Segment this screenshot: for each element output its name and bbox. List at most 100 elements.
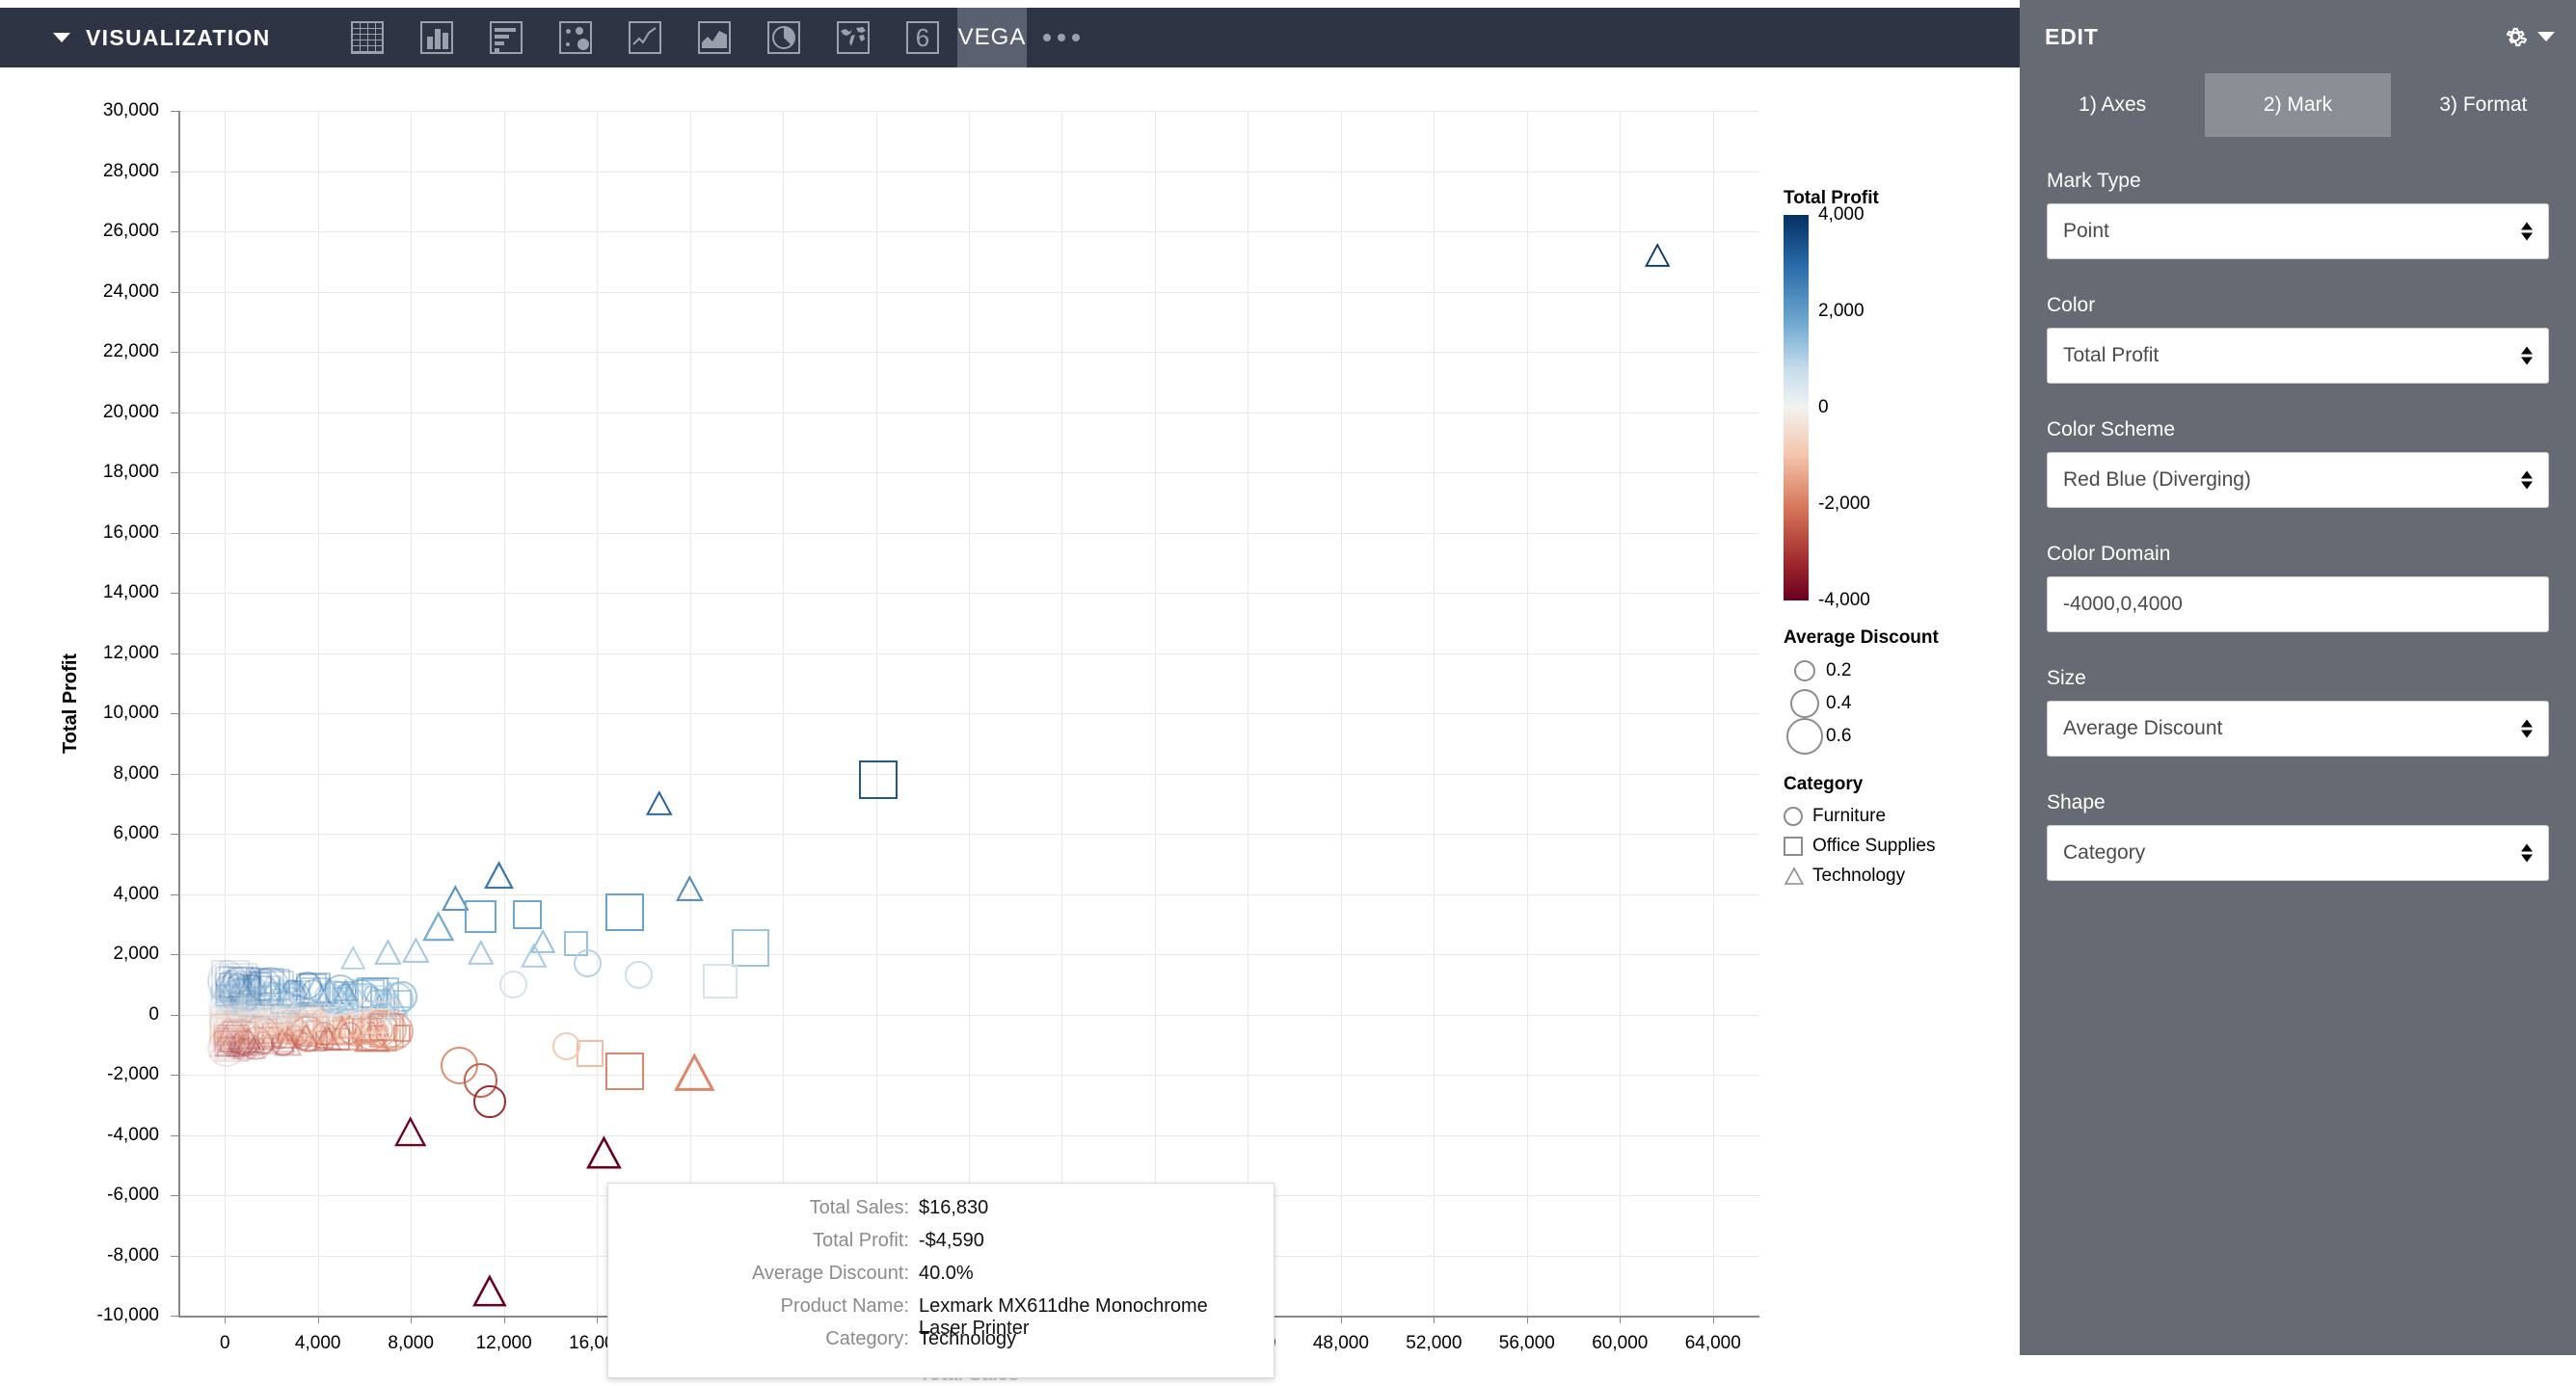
y-axis-tick [171,893,178,895]
caret-down-icon[interactable] [2537,32,2555,41]
y-axis-tick-label: 24,000 [102,280,159,302]
data-point-marked[interactable] [339,946,366,971]
legend-size-item[interactable]: 0.6 [1784,718,2005,755]
y-axis-tick [171,352,178,353]
legend-size-entries: 0.2 0.4 0.6 [1784,654,2005,755]
mark-type-label: Mark Type [2047,170,2141,192]
data-point-marked[interactable] [512,900,542,930]
x-axis-tick-label: 56,000 [1498,1333,1555,1353]
data-point-marked[interactable] [394,1115,427,1148]
legend-size-item[interactable]: 0.2 [1784,654,2005,687]
data-point-marked[interactable] [703,964,738,999]
y-axis-tick-label: 30,000 [102,100,159,120]
data-point-cluster[interactable] [242,989,267,1013]
data-point-cluster[interactable] [213,1006,240,1032]
gridline-vertical [317,111,319,1316]
chart-type-bar[interactable] [402,8,471,67]
x-axis-tick-label: 12,000 [475,1333,532,1353]
circle-icon [1784,689,1826,718]
chart-type-number[interactable]: 6 [888,8,957,67]
data-point-marked[interactable] [464,900,497,933]
tab-mark[interactable]: 2) Mark [2205,73,2391,137]
data-point-cluster[interactable] [393,1025,411,1042]
size-select[interactable]: Average Discount [2047,701,2549,757]
data-point-marked[interactable] [521,942,548,970]
data-point-marked[interactable] [731,929,769,968]
data-point-marked[interactable] [605,893,644,931]
spinner-icon[interactable] [2521,346,2533,365]
gridline-vertical [1434,111,1436,1316]
caret-down-icon[interactable] [53,33,70,42]
x-axis-tick-label: 8,000 [388,1333,434,1353]
y-axis-tick-label: 2,000 [113,944,159,964]
chart-type-bubble[interactable] [541,8,610,67]
chart-type-horizontal-bar[interactable] [471,8,541,67]
data-point-cluster[interactable] [279,992,314,1027]
spinner-icon[interactable] [2521,222,2533,241]
shape-select[interactable]: Category [2047,825,2549,881]
circle-icon [1784,806,1812,826]
legend-size-item[interactable]: 0.4 [1784,687,2005,720]
chart-type-icon-strip: 6 VEGA [333,8,1096,67]
data-point-marked[interactable] [585,1135,622,1171]
data-point-marked[interactable] [858,760,899,799]
gear-icon [2506,27,2528,47]
legend-shape-item-label: Office Supplies [1812,835,1936,856]
data-point-marked[interactable] [498,970,527,999]
data-point-marked[interactable] [1644,242,1671,268]
data-point-marked[interactable] [674,1053,715,1094]
chart-type-pie[interactable] [749,8,818,67]
visualization-header[interactable]: VISUALIZATION [53,25,333,51]
gridline-vertical [225,111,227,1316]
gridline-vertical [503,111,505,1316]
color-legend-tick-label: 4,000 [1818,204,1865,225]
data-point-marked[interactable] [605,1053,644,1091]
color-domain-input[interactable]: -4000,0,4000 [2047,576,2549,632]
legend-shape-item[interactable]: Office Supplies [1784,831,2005,861]
bubble-chart-icon [559,21,592,54]
data-point-marked[interactable] [467,939,495,967]
data-point-marked[interactable] [646,790,673,817]
chart-type-table[interactable] [333,8,402,67]
x-axis-tick-label: 0 [219,1333,230,1353]
tooltip-key: Total Sales: [809,1197,909,1218]
tab-format[interactable]: 3) Format [2391,73,2576,137]
mark-type-select[interactable]: Point [2047,203,2549,259]
data-point-marked[interactable] [484,861,515,891]
data-point-marked[interactable] [625,961,653,990]
tab-vega[interactable]: VEGA [957,8,1027,67]
y-axis-tick [171,1134,178,1136]
data-point-cluster[interactable] [328,985,355,1012]
spinner-icon[interactable] [2521,470,2533,490]
y-axis-tick [171,653,178,654]
tab-axes[interactable]: 1) Axes [2020,73,2205,137]
y-axis-tick-label: -8,000 [107,1244,159,1266]
color-scheme-select[interactable]: Red Blue (Diverging) [2047,452,2549,508]
legend-shape-item[interactable]: Technology [1784,861,2005,891]
data-point-marked[interactable] [552,1031,581,1060]
line-chart-icon [629,21,661,54]
chart-type-map[interactable] [818,8,888,67]
data-point-marked[interactable] [401,937,430,965]
data-point-marked[interactable] [574,948,602,977]
spinner-icon[interactable] [2521,719,2533,738]
edit-settings-button[interactable] [2501,22,2555,51]
data-point-marked[interactable] [676,875,704,903]
more-options-button[interactable] [1027,8,1096,67]
data-point-cluster[interactable] [363,1008,389,1034]
data-point-marked[interactable] [473,1085,506,1118]
data-point-marked[interactable] [472,1274,507,1309]
chart-type-line[interactable] [610,8,680,67]
gridline-vertical [875,111,877,1316]
y-axis-tick [171,1255,178,1257]
legend-shape-entries: Furniture Office Supplies Technology [1784,801,2005,891]
color-select[interactable]: Total Profit [2047,328,2549,384]
legend-color: Total Profit 4,000 2,000 0 -2,000 -4,000 [1784,188,2005,610]
tooltip-key: Average Discount: [751,1263,909,1284]
data-point-marked[interactable] [373,939,402,967]
spinner-icon[interactable] [2521,843,2533,863]
data-point-cluster[interactable] [370,990,388,1007]
chart-type-area[interactable] [680,8,749,67]
legend-shape-item[interactable]: Furniture [1784,801,2005,831]
y-axis-tick [171,111,178,112]
